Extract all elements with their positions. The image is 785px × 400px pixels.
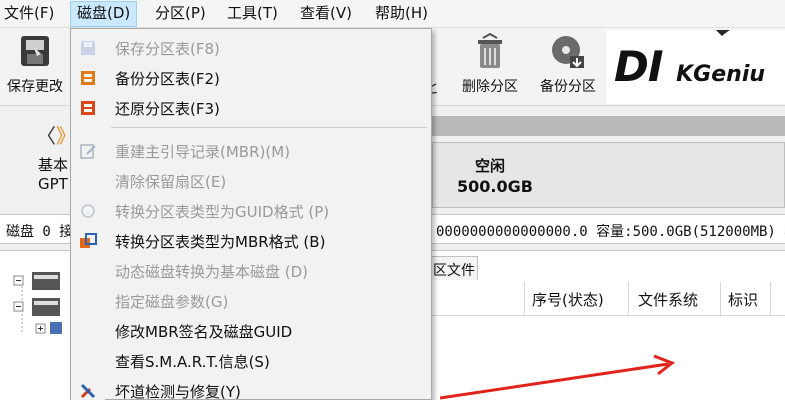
prev-disk-icon[interactable]: 〈 bbox=[36, 124, 56, 148]
col-id[interactable]: 标识 bbox=[728, 289, 758, 310]
grid-separator bbox=[524, 282, 525, 316]
menu-item-save-partition-table[interactable]: 保存分区表(F8) bbox=[71, 33, 431, 63]
menu-view[interactable]: 查看(V) bbox=[300, 4, 352, 22]
disk-header-strip bbox=[430, 116, 785, 136]
menu-disk[interactable]: 磁盘(D) bbox=[70, 1, 138, 27]
delete-partition-button[interactable]: 删除分区 bbox=[454, 32, 526, 96]
disk-info-right: 0000000000000000.0 容量:500.0GB(512000MB) … bbox=[436, 224, 785, 240]
rebuild-mbr-icon bbox=[80, 144, 96, 159]
backup-partition-button[interactable]: 备份分区 bbox=[532, 32, 604, 96]
menu-item-clear-reserved-sectors[interactable]: 清除保留扇区(E) bbox=[71, 166, 431, 196]
disk-tree bbox=[0, 262, 68, 400]
save-icon bbox=[81, 41, 95, 55]
free-space-block[interactable]: 空闲 500.0GB bbox=[432, 142, 785, 208]
col-index-status[interactable]: 序号(状态) bbox=[532, 289, 604, 310]
menu-file[interactable]: 文件(F) bbox=[4, 4, 54, 22]
menu-item-smart-info[interactable]: 查看S.M.A.R.T.信息(S) bbox=[71, 346, 431, 376]
free-size: 500.0GB bbox=[457, 177, 533, 196]
menu-tools[interactable]: 工具(T) bbox=[227, 4, 278, 22]
grid-separator bbox=[628, 282, 629, 316]
save-disk-icon bbox=[15, 32, 55, 72]
menu-item-modify-mbr-signature[interactable]: 修改MBR签名及磁盘GUID bbox=[71, 316, 431, 346]
grid-separator bbox=[720, 282, 721, 316]
menu-item-rebuild-mbr[interactable]: 重建主引导记录(MBR)(M) bbox=[71, 136, 431, 166]
free-label: 空闲 bbox=[475, 157, 506, 175]
disk-info-left: 磁盘 0 接 bbox=[6, 224, 74, 240]
menu-partition[interactable]: 分区(P) bbox=[155, 4, 206, 22]
logo-text: DI KGeniu bbox=[614, 42, 766, 91]
menu-help[interactable]: 帮助(H) bbox=[375, 4, 428, 22]
save-changes-label: 保存更改 bbox=[7, 79, 63, 95]
disk-type-label: 基本 GPT bbox=[38, 156, 69, 193]
wrench-tools-icon bbox=[80, 383, 96, 399]
convert-mbr-icon bbox=[80, 233, 97, 248]
diskgenius-logo: DI KGeniu bbox=[606, 30, 785, 104]
menu-bar: 文件(F) 磁盘(D) 分区(P) 工具(T) 查看(V) 帮助(H) bbox=[0, 0, 785, 28]
backup-table-icon bbox=[81, 71, 95, 85]
trash-icon bbox=[470, 32, 510, 72]
menu-item-convert-to-mbr[interactable]: 转换分区表类型为MBR格式 (B) bbox=[71, 226, 431, 256]
delete-partition-label: 删除分区 bbox=[462, 79, 518, 95]
tab-files[interactable]: 区文件 bbox=[430, 256, 478, 280]
annotation-arrow bbox=[440, 354, 675, 400]
save-changes-button[interactable]: 保存更改 bbox=[0, 32, 70, 96]
backup-disc-icon bbox=[548, 32, 588, 72]
menu-item-dynamic-to-basic[interactable]: 动态磁盘转换为基本磁盘 (D) bbox=[71, 256, 431, 286]
menu-item-specify-disk-params[interactable]: 指定磁盘参数(G) bbox=[71, 286, 431, 316]
partition-grid-header: 序号(状态) 文件系统 标识 bbox=[432, 282, 785, 316]
menu-item-backup-partition-table[interactable]: 备份分区表(F2) bbox=[71, 63, 431, 93]
menu-item-convert-to-guid[interactable]: 转换分区表类型为GUID格式 (P) bbox=[71, 196, 431, 226]
convert-guid-icon bbox=[81, 204, 95, 218]
menu-item-restore-partition-table[interactable]: 还原分区表(F3) bbox=[71, 93, 431, 123]
menu-separator bbox=[111, 127, 427, 128]
restore-table-icon bbox=[81, 101, 95, 115]
disk-tree-icons bbox=[13, 272, 62, 334]
disk-menu-dropdown: 保存分区表(F8) 备份分区表(F2) 还原分区表(F3) 重建主引导记录(MB… bbox=[70, 28, 432, 400]
grid-separator bbox=[770, 282, 771, 316]
backup-partition-label: 备份分区 bbox=[540, 79, 596, 95]
menu-item-bad-sector-check[interactable]: 坏道检测与修复(Y) bbox=[71, 376, 431, 400]
col-filesystem[interactable]: 文件系统 bbox=[638, 289, 698, 310]
